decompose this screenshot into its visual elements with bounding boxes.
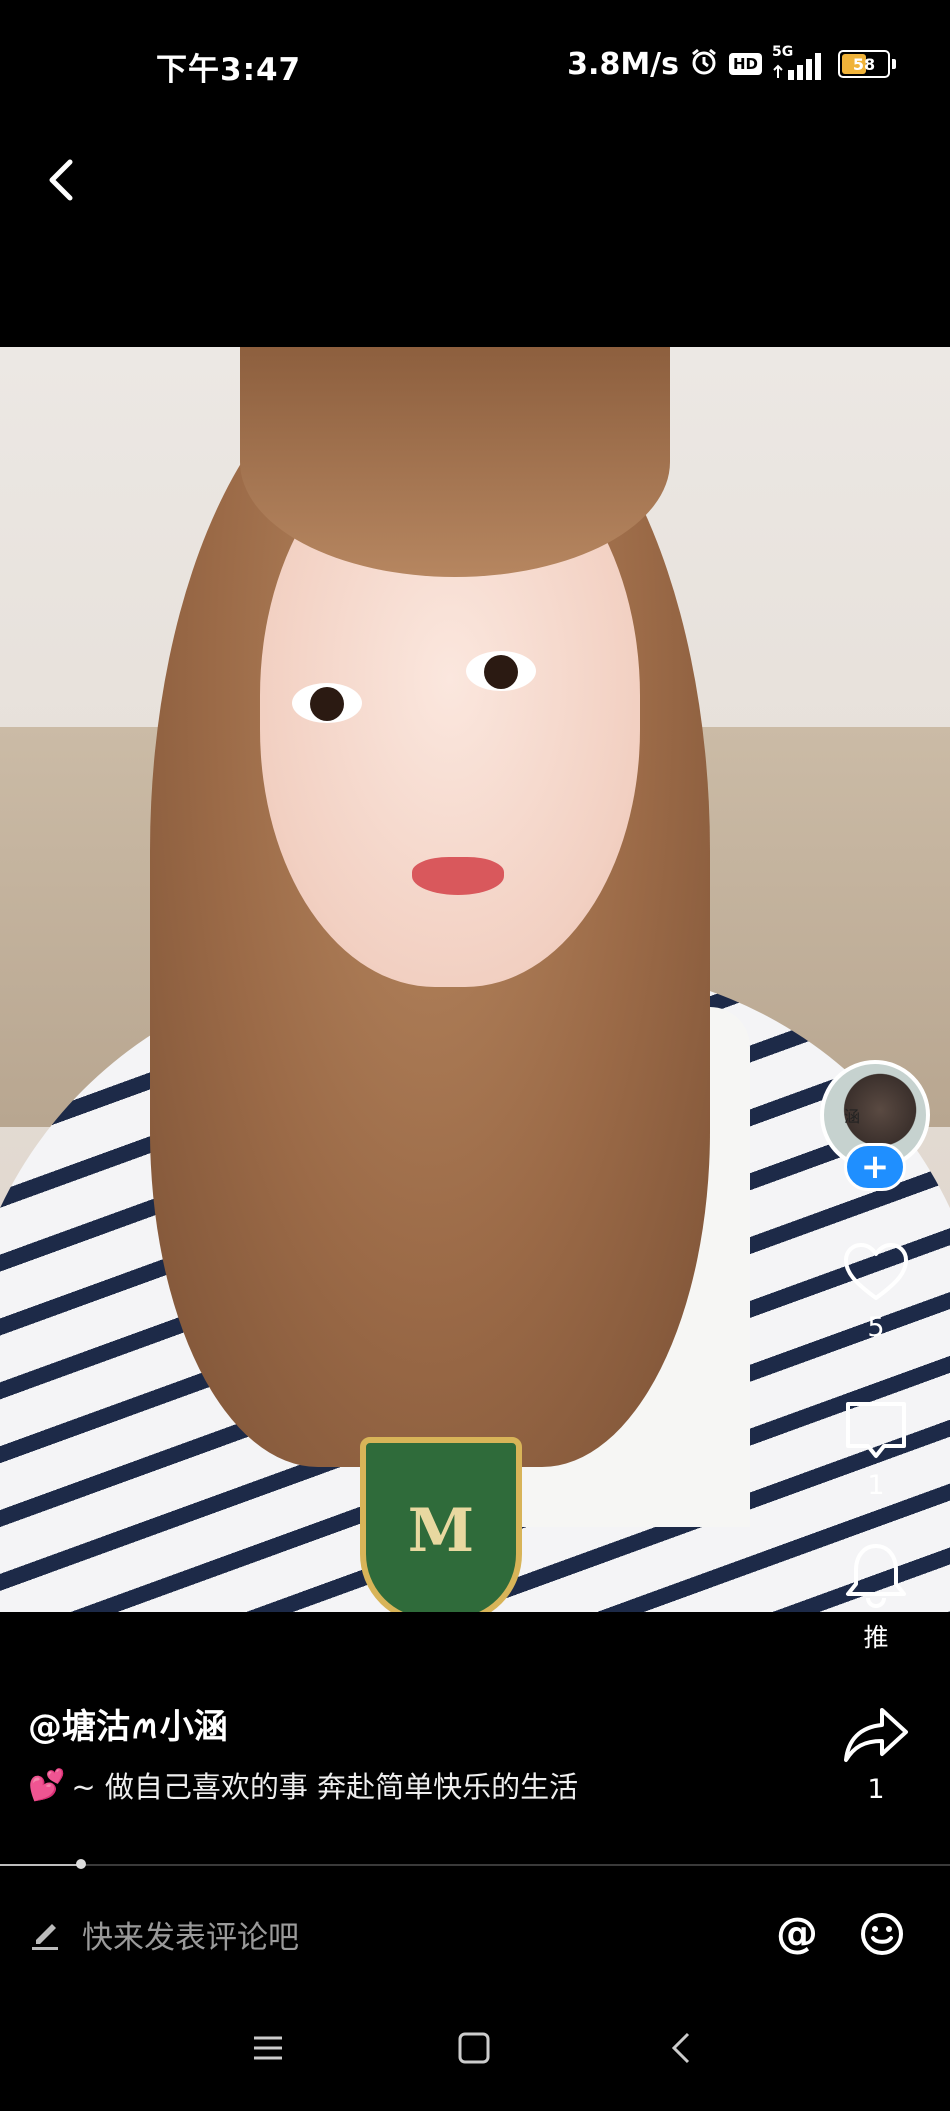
share-arrow-icon — [844, 1708, 908, 1762]
post-photo[interactable]: M — [0, 347, 950, 1612]
status-bar-right: 3.8M/s HD 5G 58 — [567, 44, 896, 84]
comment-input[interactable]: 快来发表评论吧 — [82, 1912, 299, 1957]
back-triangle-icon — [671, 2032, 690, 2064]
progress-track[interactable] — [0, 1864, 950, 1866]
share-count: 1 — [867, 1774, 885, 1805]
caption-text: ~ 做自己喜欢的事 奔赴简单快乐的生活 — [71, 1770, 579, 1804]
photo-lips — [412, 857, 504, 895]
emoji-button[interactable] — [858, 1910, 906, 1962]
post-caption: 💕 ~ 做自己喜欢的事 奔赴简单快乐的生活 — [28, 1764, 578, 1806]
battery-level: 58 — [852, 54, 876, 74]
comment-count: 1 — [867, 1470, 885, 1501]
recommend-button[interactable]: 推 — [830, 1540, 922, 1654]
pencil-icon — [28, 1916, 62, 1956]
photo-eye-left — [292, 683, 362, 723]
avatar-text: 涵 — [844, 1107, 861, 1126]
shirt-crest: M — [360, 1437, 522, 1612]
mention-button[interactable]: @ — [776, 1908, 818, 1957]
like-count: 5 — [867, 1312, 885, 1343]
nav-home-button[interactable] — [456, 2030, 492, 2070]
author-name[interactable]: @塘沽ꪔ小涵 — [28, 1693, 228, 1765]
signal-icon: 5G — [772, 44, 828, 80]
status-time: 下午3:47 — [156, 52, 302, 88]
battery-icon: 58 — [838, 50, 890, 78]
alarm-icon — [689, 47, 719, 81]
comment-icon — [846, 1402, 906, 1458]
nav-back-button[interactable] — [664, 2030, 700, 2070]
recommend-label: 推 — [863, 1623, 889, 1652]
like-button[interactable]: 5 — [830, 1240, 922, 1343]
photo-eye-right — [466, 651, 536, 691]
nav-menu-button[interactable] — [250, 2030, 286, 2070]
photo-bangs — [240, 347, 670, 577]
progress-fill — [0, 1864, 81, 1866]
heart-icon — [844, 1243, 908, 1300]
battery-tip — [892, 59, 896, 69]
bell-icon — [846, 1544, 906, 1609]
network-speed: 3.8M/s — [567, 46, 679, 82]
progress-handle[interactable] — [76, 1859, 86, 1869]
share-button[interactable]: 1 — [830, 1704, 922, 1805]
smiley-icon — [861, 1913, 903, 1955]
chevron-left-icon — [49, 159, 73, 201]
caption-emoji: 💕 — [28, 1767, 66, 1803]
follow-button[interactable]: + — [844, 1143, 906, 1191]
home-square-icon — [458, 2032, 490, 2064]
hd-badge: HD — [728, 53, 762, 75]
comment-button[interactable]: 1 — [830, 1398, 922, 1501]
menu-icon — [254, 2036, 282, 2060]
back-button[interactable] — [40, 150, 84, 210]
network-type: 5G — [772, 44, 794, 60]
